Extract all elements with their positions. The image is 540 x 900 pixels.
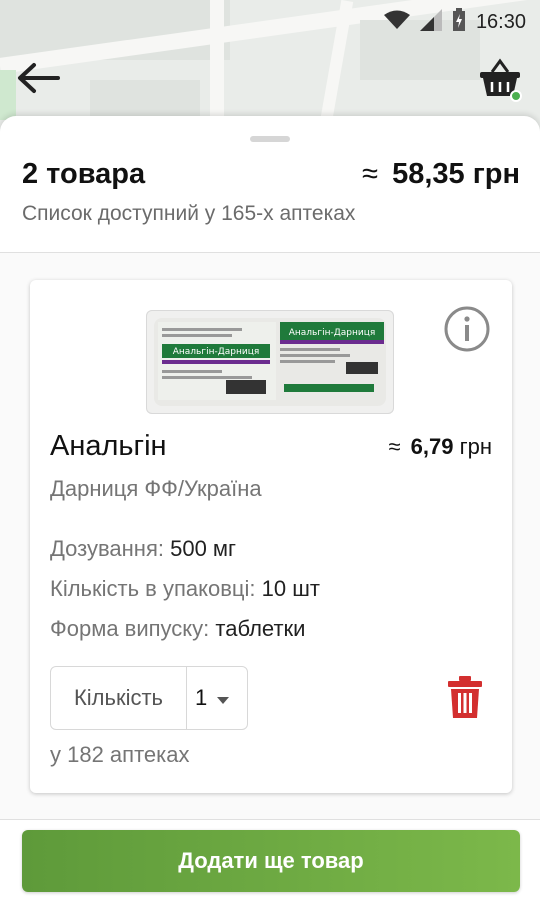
- spec-label: Кількість в упаковці:: [50, 576, 256, 601]
- add-more-button[interactable]: Додати ще товар: [22, 830, 520, 892]
- trash-icon: [448, 675, 482, 723]
- arrow-left-icon: [16, 61, 60, 100]
- spec-label: Форма випуску:: [50, 616, 210, 641]
- spec-label: Дозування:: [50, 536, 164, 561]
- product-manufacturer: Дарниця ФФ/Україна: [50, 476, 262, 501]
- drag-handle[interactable]: [250, 136, 290, 142]
- product-price-currency: грн: [459, 434, 492, 459]
- cart-item-count: 2 товара: [22, 158, 146, 190]
- basket-button[interactable]: [472, 52, 528, 108]
- spec-form: Форма випуску: таблетки: [50, 616, 305, 642]
- product-price-value: 6,79: [410, 434, 454, 459]
- spec-value: 500 мг: [170, 536, 237, 561]
- cart-sheet: 2 товара ≈58,35 грн Список доступний у 1…: [0, 116, 540, 900]
- divider: [0, 819, 540, 820]
- wifi-icon: [383, 10, 410, 35]
- quantity-value: 1: [195, 685, 208, 710]
- cart-total-value: 58,35 грн: [392, 158, 520, 190]
- pack-name-right: Анальгін-Дарниця: [289, 328, 376, 338]
- back-button[interactable]: [10, 52, 66, 108]
- spec-pack-count: Кількість в упаковці: 10 шт: [50, 576, 320, 602]
- cart-total: ≈58,35 грн: [362, 158, 520, 191]
- info-icon: [443, 305, 491, 358]
- product-price: ≈6,79 грн: [389, 434, 492, 460]
- battery-charging-icon: [452, 7, 466, 37]
- quantity-select[interactable]: 1: [187, 667, 247, 729]
- quantity-control: Кількість 1: [50, 666, 248, 730]
- quantity-label: Кількість: [51, 667, 187, 729]
- pack-name-left: Анальгін-Дарниця: [173, 347, 260, 357]
- status-bar: 16:30: [0, 0, 540, 44]
- spec-value: 10 шт: [261, 576, 320, 601]
- signal-icon: [419, 8, 442, 36]
- approx-sign: ≈: [362, 158, 379, 190]
- status-time: 16:30: [475, 10, 526, 33]
- basket-badge: [510, 90, 522, 102]
- spec-dosage: Дозування: 500 мг: [50, 536, 236, 562]
- caret-down-icon: [217, 685, 230, 711]
- delete-button[interactable]: [444, 675, 486, 723]
- approx-sign: ≈: [388, 434, 401, 459]
- product-package-image: Анальгін-Дарниця Анальгін-Дарниця: [146, 310, 394, 414]
- pharmacy-availability: у 182 аптеках: [50, 742, 190, 767]
- product-name: Анальгін: [50, 430, 167, 462]
- cart-item-card: Анальгін-Дарниця Анальгін-Дарниця Анальг…: [30, 280, 512, 793]
- info-button[interactable]: [442, 306, 492, 356]
- spec-value: таблетки: [215, 616, 306, 641]
- cart-availability: Список доступний у 165-х аптеках: [22, 202, 356, 225]
